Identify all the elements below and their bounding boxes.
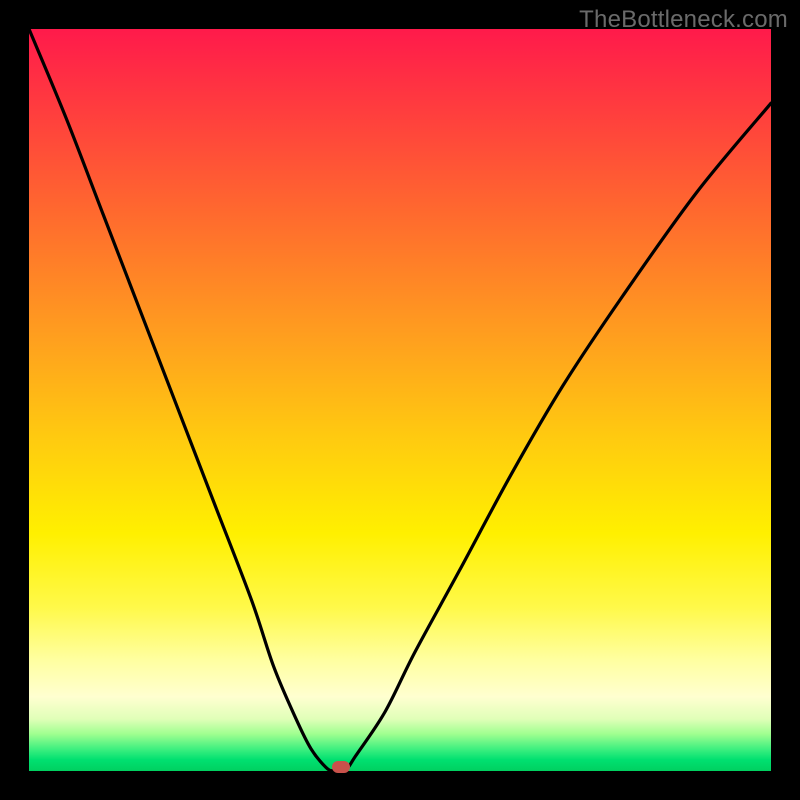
watermark-text: TheBottleneck.com	[579, 6, 788, 34]
bottleneck-curve	[29, 29, 771, 771]
chart-frame: TheBottleneck.com	[0, 0, 800, 800]
optimal-point-marker	[332, 761, 350, 773]
chart-plot-area	[29, 29, 771, 771]
